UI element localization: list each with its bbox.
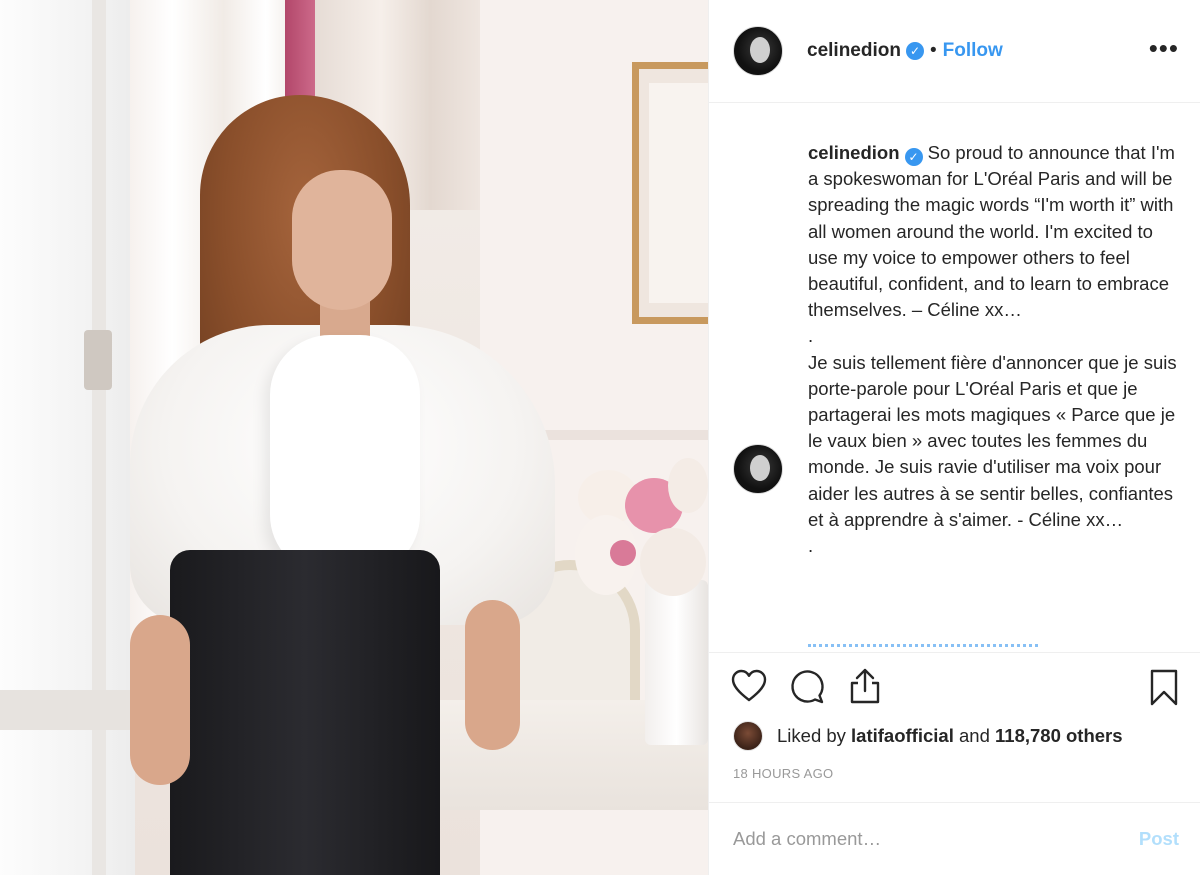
bookmark-icon[interactable] bbox=[1149, 669, 1179, 707]
post-actions bbox=[709, 652, 1200, 722]
photo-flower bbox=[668, 458, 708, 513]
likes-text: Liked by latifaofficial and 118,780 othe… bbox=[777, 725, 1123, 747]
caption-text: celinedion ✓ So proud to announce that I'… bbox=[808, 140, 1178, 559]
caption-username[interactable]: celinedion bbox=[808, 142, 900, 163]
header-separator: • bbox=[929, 40, 937, 61]
post-sidebar: celinedion ✓ • Follow ••• celinedion ✓ So… bbox=[708, 0, 1200, 875]
comment-box: Post bbox=[709, 802, 1200, 875]
liker-username[interactable]: latifaofficial bbox=[851, 725, 954, 746]
profile-avatar[interactable] bbox=[733, 26, 783, 76]
caption-hashtags-cut bbox=[808, 644, 1038, 652]
heart-icon[interactable] bbox=[731, 669, 767, 703]
comment-input[interactable] bbox=[733, 828, 1139, 850]
likes-count[interactable]: 118,780 others bbox=[995, 725, 1123, 746]
header-username[interactable]: celinedion bbox=[807, 40, 901, 62]
post-header: celinedion ✓ • Follow ••• bbox=[709, 0, 1200, 103]
likes-middle: and bbox=[959, 725, 990, 746]
photo-flower bbox=[610, 540, 636, 566]
share-icon[interactable] bbox=[847, 667, 883, 705]
photo-picture-frame bbox=[632, 62, 708, 324]
caption-scroll-area[interactable]: celinedion ✓ So proud to announce that I'… bbox=[709, 104, 1200, 652]
caption-english: So proud to announce that I'm a spokeswo… bbox=[808, 142, 1175, 321]
caption-dot: . bbox=[808, 535, 814, 557]
caption-avatar[interactable] bbox=[733, 444, 783, 494]
liker-avatar[interactable] bbox=[733, 721, 763, 751]
post-photo[interactable] bbox=[0, 0, 708, 875]
instagram-post: celinedion ✓ • Follow ••• celinedion ✓ So… bbox=[0, 0, 1200, 875]
post-timestamp[interactable]: 18 HOURS AGO bbox=[733, 766, 833, 781]
photo-flower bbox=[640, 528, 706, 596]
photo-window bbox=[0, 0, 135, 875]
likes-prefix: Liked by bbox=[777, 725, 846, 746]
post-comment-button[interactable]: Post bbox=[1139, 828, 1179, 850]
follow-button[interactable]: Follow bbox=[943, 40, 1003, 62]
verified-badge-icon: ✓ bbox=[904, 148, 923, 166]
caption-french: Je suis tellement fière d'annoncer que j… bbox=[808, 351, 1177, 530]
photo-vase bbox=[645, 580, 708, 745]
comment-icon[interactable] bbox=[789, 669, 825, 705]
photo-person bbox=[120, 95, 570, 875]
caption-dot: . bbox=[808, 325, 814, 347]
more-options-icon[interactable]: ••• bbox=[1149, 35, 1179, 61]
likes-summary: Liked by latifaofficial and 118,780 othe… bbox=[733, 718, 1123, 754]
verified-badge-icon: ✓ bbox=[905, 42, 924, 60]
